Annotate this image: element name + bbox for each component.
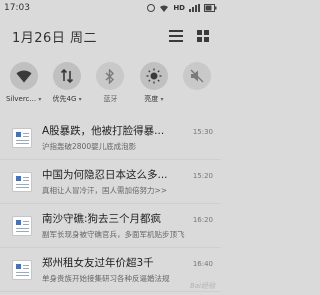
news-app-icon [12, 171, 32, 192]
toggle-bluetooth-label: 蓝牙 [103, 95, 118, 103]
news-app-icon [12, 127, 32, 148]
quick-toggles: Silverc... ▾ 优先4G ▾ 蓝牙 亮度 ▾ [0, 62, 221, 112]
mute-icon [190, 69, 204, 83]
notification-time: 15:20 [192, 172, 213, 180]
notification-item[interactable]: A股暴跌，他被打脸得暴... 15:30 沪指轰破2800婴儿底成泡影 [0, 116, 221, 160]
notification-time: 16:40 [192, 260, 213, 268]
panel-header: 1月26日 周二 [0, 16, 221, 56]
notification-title: A股暴跌，他被打脸得暴... [42, 125, 165, 137]
wifi-icon [16, 70, 32, 82]
notification-time: 15:30 [192, 128, 213, 136]
toggle-wifi[interactable]: Silverc... ▾ [3, 62, 45, 112]
menu-icon[interactable] [169, 30, 183, 42]
bluetooth-icon [105, 68, 115, 84]
toggle-data-label: 优先4G [52, 95, 77, 103]
alarm-icon [147, 4, 156, 12]
chevron-down-icon: ▾ [78, 96, 82, 103]
notification-time: 16:20 [192, 216, 213, 224]
toggle-bluetooth[interactable]: 蓝牙 [89, 62, 131, 112]
signal-bars-icon [189, 4, 200, 12]
notification-subtitle: 沪指轰破2800婴儿底成泡影 [42, 142, 137, 151]
battery-icon [204, 4, 217, 12]
toggle-sound[interactable] [176, 62, 218, 112]
notification-item[interactable]: 南沙守礁:狗去三个月都疯 16:20 副军长现身被守礁官兵，多面军机贴步顶飞 [0, 204, 221, 248]
notification-subtitle: 单身贵族开始接集研习各种反逼婚法规 [42, 274, 170, 283]
date-label: 1月26日 周二 [12, 30, 97, 46]
toggle-brightness-label: 亮度 [144, 95, 159, 103]
toggle-brightness[interactable]: 亮度 ▾ [133, 62, 175, 112]
notification-title: 中国为何隐忍日本这么多... [42, 169, 168, 181]
status-bar: 17:03 HD [0, 0, 221, 16]
wifi-status-icon [160, 5, 169, 12]
news-app-icon [12, 215, 32, 236]
notification-list: A股暴跌，他被打脸得暴... 15:30 沪指轰破2800婴儿底成泡影 中国为何… [0, 116, 221, 292]
toggle-data[interactable]: 优先4G ▾ [46, 62, 88, 112]
hd-badge: HD [173, 4, 185, 12]
chevron-down-icon: ▾ [160, 96, 164, 103]
notification-subtitle: 真相让人冒冷汗，国人需加倍努力>> [42, 186, 168, 195]
data-transfer-icon [61, 69, 74, 83]
notification-item[interactable]: 郑州租女友过年价超3千 16:40 单身贵族开始接集研习各种反逼婚法规 [0, 248, 221, 292]
status-time: 17:03 [4, 3, 30, 13]
watermark: Bai经验 [189, 282, 215, 290]
toggle-wifi-label: Silverc... [6, 95, 37, 103]
notification-subtitle: 副军长现身被守礁官兵，多面军机贴步顶飞 [42, 230, 185, 239]
chevron-down-icon: ▾ [38, 96, 42, 103]
notification-item[interactable]: 中国为何隐忍日本这么多... 15:20 真相让人冒冷汗，国人需加倍努力>> [0, 160, 221, 204]
news-app-icon [12, 259, 32, 280]
status-icons: HD [147, 4, 217, 12]
grid-icon[interactable] [197, 30, 209, 42]
notification-title: 郑州租女友过年价超3千 [42, 257, 154, 269]
notification-title: 南沙守礁:狗去三个月都疯 [42, 213, 162, 225]
brightness-icon [146, 68, 162, 84]
